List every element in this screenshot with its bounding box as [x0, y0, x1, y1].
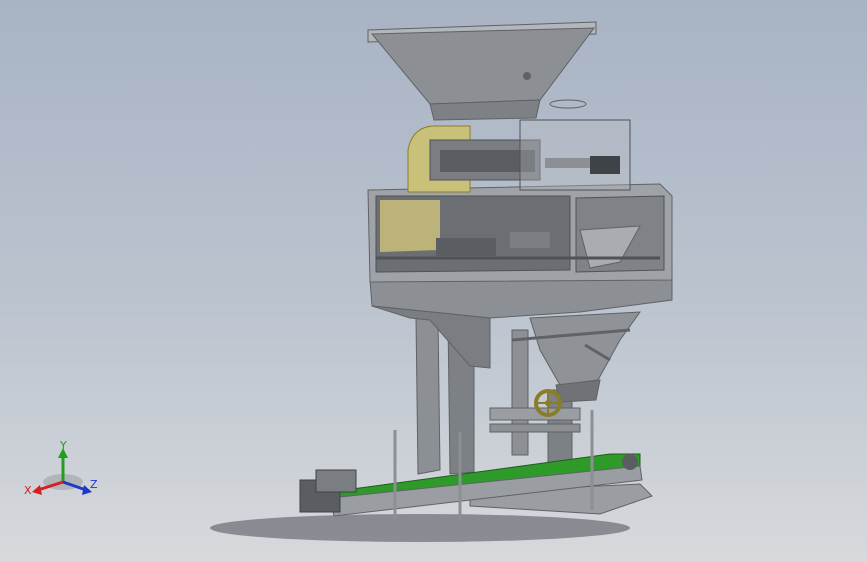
main-frame	[367, 183, 673, 283]
orientation-triad: Y X Z	[18, 438, 108, 508]
packing-machine-model[interactable]	[0, 0, 867, 562]
triad-graphic: Y X Z	[24, 439, 98, 497]
hand-wheel[interactable]	[534, 389, 562, 417]
z-axis-label: Z	[90, 478, 98, 491]
y-axis-label: Y	[59, 439, 67, 452]
top-hopper	[367, 21, 597, 121]
cad-viewport[interactable]: Y X Z	[0, 0, 867, 562]
x-axis-label: X	[24, 484, 32, 497]
ground-shadow	[210, 514, 630, 542]
